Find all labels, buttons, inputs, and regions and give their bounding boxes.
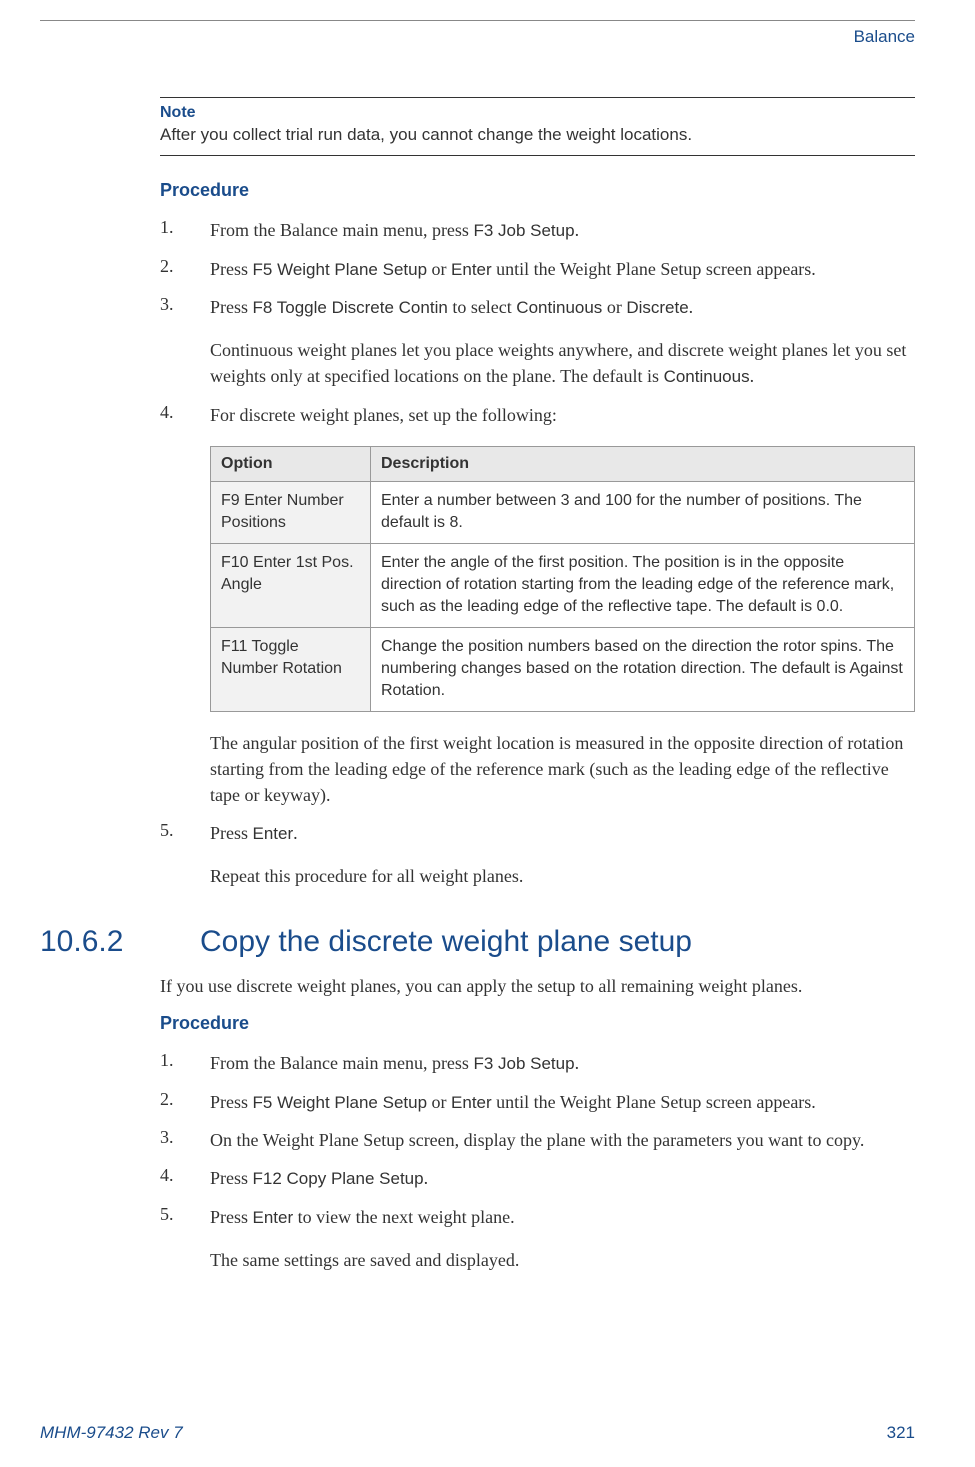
step-text: or [427,259,451,279]
step-number: 5. [160,820,210,889]
option-name: F11 Toggle Number Rotation [211,627,371,711]
step-number: 1. [160,217,210,244]
step: 4. Press F12 Copy Plane Setup. [160,1165,915,1192]
step-number: 4. [160,402,210,809]
step-text: to view the next weight plane. [293,1207,514,1227]
step-text: Press [210,823,253,843]
ui-label: F5 Weight Plane Setup [253,1093,428,1112]
option-name: F9 Enter Number Positions [211,481,371,543]
ui-label: Discrete [626,298,688,317]
table-row: F9 Enter Number Positions Enter a number… [211,481,915,543]
step-number: 3. [160,294,210,389]
ui-label: F3 Job Setup [473,1054,574,1073]
step-text: . [424,1168,429,1188]
ui-label: Enter [451,1093,492,1112]
section-number: 10.6.2 [40,925,200,959]
step-text: until the Weight Plane Setup screen appe… [492,259,816,279]
option-desc: Enter a number between 3 and 100 for the… [371,481,915,543]
note-text: After you collect trial run data, you ca… [160,125,692,144]
step-number: 2. [160,256,210,283]
step: 1. From the Balance main menu, press F3 … [160,217,915,244]
step-number: 5. [160,1204,210,1273]
step-explanation: Continuous weight planes let you place w… [210,340,906,386]
header-section: Balance [40,27,915,47]
step: 3. Press F8 Toggle Discrete Contin to se… [160,294,915,389]
procedure2-steps: 1. From the Balance main menu, press F3 … [160,1050,915,1273]
ui-label: F12 Copy Plane Setup [253,1169,424,1188]
step-number: 1. [160,1050,210,1077]
ui-label: Enter [253,1208,294,1227]
section-intro: If you use discrete weight planes, you c… [160,973,915,999]
note-block: Note After you collect trial run data, y… [160,97,915,156]
step-text: . [689,297,694,317]
table-row: F11 Toggle Number Rotation Change the po… [211,627,915,711]
procedure-heading: Procedure [160,1013,915,1034]
table-header-description: Description [371,446,915,481]
step-text: to select [448,297,516,317]
step-text: On the Weight Plane Setup screen, displa… [210,1127,915,1153]
note-label: Note [160,104,915,122]
step-text: or [602,297,626,317]
doc-revision: MHM-97432 Rev 7 [40,1423,183,1443]
option-desc: Enter the angle of the first position. T… [371,543,915,627]
step-text: Press [210,1092,253,1112]
step: 1. From the Balance main menu, press F3 … [160,1050,915,1077]
step-text: From the Balance main menu, press [210,1053,473,1073]
page-number: 321 [887,1423,915,1443]
ui-label: F5 Weight Plane Setup [253,260,428,279]
step-after-text: Repeat this procedure for all weight pla… [210,863,915,889]
section-title: Copy the discrete weight plane setup [200,925,692,959]
step-text: Press [210,259,253,279]
step-text: until the Weight Plane Setup screen appe… [492,1092,816,1112]
step-text: . [575,220,580,240]
ui-label: Continuous [516,298,602,317]
step-number: 2. [160,1089,210,1116]
procedure1-steps: 1. From the Balance main menu, press F3 … [160,217,915,889]
step-text: Press [210,1168,253,1188]
ui-label: Enter [451,260,492,279]
step-text: Press [210,1207,253,1227]
step-number: 4. [160,1165,210,1192]
table-row: F10 Enter 1st Pos. Angle Enter the angle… [211,543,915,627]
step-text: From the Balance main menu, press [210,220,473,240]
option-name: F10 Enter 1st Pos. Angle [211,543,371,627]
step-text: Press [210,297,253,317]
ui-label: F3 Job Setup [473,221,574,240]
option-desc: Change the position numbers based on the… [371,627,915,711]
step-after-text: The angular position of the first weight… [210,730,915,808]
step-explanation: . [750,366,755,386]
ui-label: Continuous [664,367,750,386]
section-heading: 10.6.2 Copy the discrete weight plane se… [40,925,915,959]
options-table: Option Description F9 Enter Number Posit… [210,446,915,712]
step-text: or [427,1092,451,1112]
step-after-text: The same settings are saved and displaye… [210,1247,915,1273]
step: 2. Press F5 Weight Plane Setup or Enter … [160,256,915,283]
step: 4. For discrete weight planes, set up th… [160,402,915,809]
footer: MHM-97432 Rev 7 321 [40,1423,915,1443]
step: 3. On the Weight Plane Setup screen, dis… [160,1127,915,1153]
table-header-option: Option [211,446,371,481]
step: 5. Press Enter. Repeat this procedure fo… [160,820,915,889]
step-text: . [293,823,298,843]
ui-label: Enter [253,824,294,843]
step-text: For discrete weight planes, set up the f… [210,402,915,428]
procedure-heading: Procedure [160,180,915,201]
step-text: . [575,1053,580,1073]
step: 5. Press Enter to view the next weight p… [160,1204,915,1273]
step-number: 3. [160,1127,210,1153]
step: 2. Press F5 Weight Plane Setup or Enter … [160,1089,915,1116]
ui-label: F8 Toggle Discrete Contin [253,298,448,317]
